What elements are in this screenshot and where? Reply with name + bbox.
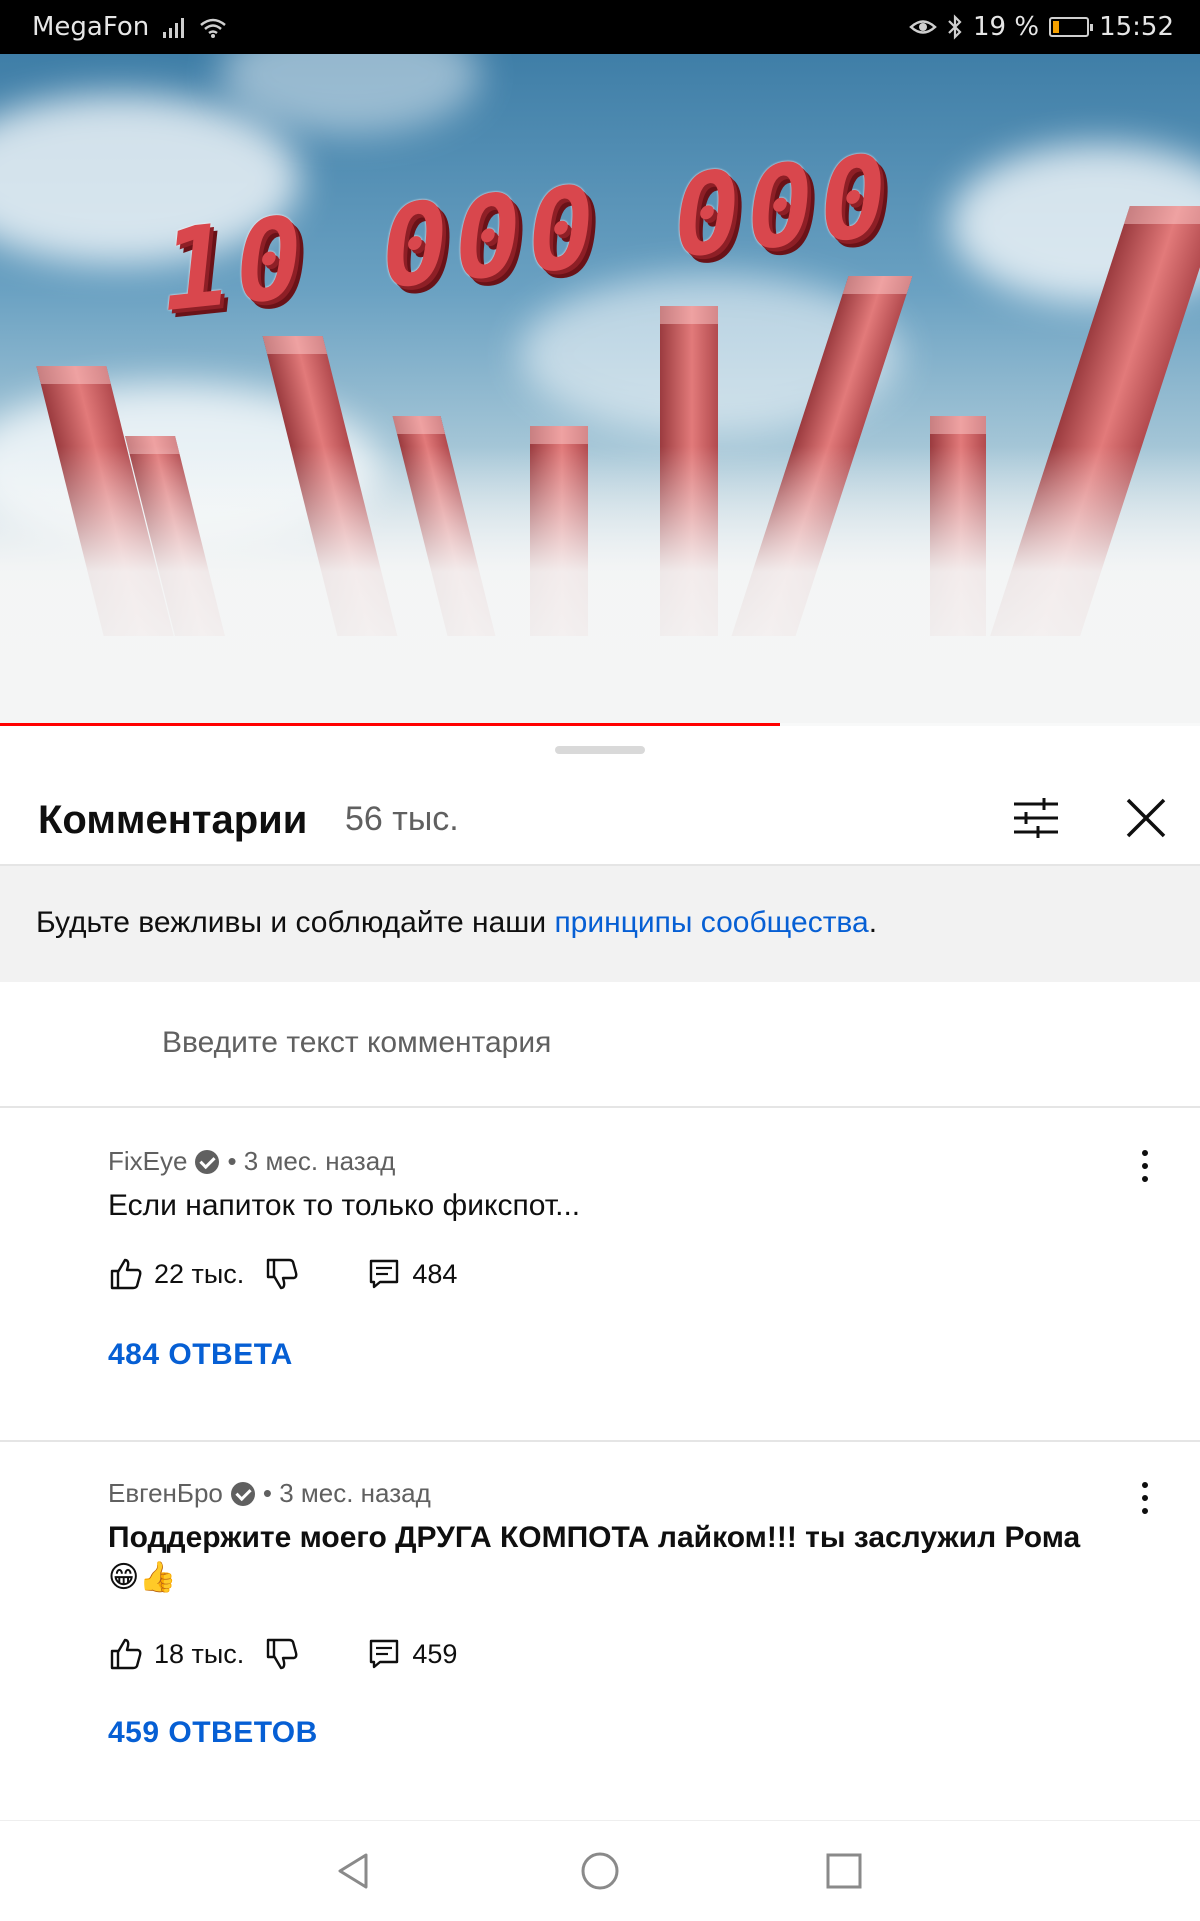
status-bar: MegaFon 19 % 15:52 [0, 0, 1200, 54]
close-icon[interactable] [1122, 794, 1170, 842]
back-icon[interactable] [332, 1849, 376, 1893]
comment-body: Поддержите моего ДРУГА КОМПОТА лайком!!!… [108, 1521, 1081, 1554]
eye-comfort-icon [909, 20, 937, 34]
input-divider [0, 1106, 1200, 1108]
signal-icon [163, 16, 185, 38]
like-count: 18 тыс. [154, 1638, 245, 1669]
more-options-icon[interactable] [1130, 1146, 1160, 1186]
view-replies-button[interactable]: 459 ОТВЕТОВ [108, 1716, 318, 1750]
clock: 15:52 [1099, 12, 1174, 42]
video-progress-bar[interactable] [0, 723, 1200, 726]
battery-percent: 19 % [973, 12, 1040, 42]
battery-icon [1049, 17, 1094, 37]
like-count: 22 тыс. [154, 1258, 245, 1289]
more-options-icon[interactable] [1130, 1478, 1160, 1518]
video-progress-fill [0, 723, 780, 726]
comment-text: Поддержите моего ДРУГА КОМПОТА лайком!!!… [108, 1518, 1108, 1598]
community-guidelines-link[interactable]: принципы сообщества [554, 906, 868, 939]
comment-time: • 3 мес. назад [227, 1146, 396, 1176]
comments-count: 56 тыс. [345, 800, 459, 838]
reply-count: 484 [412, 1258, 458, 1289]
reply-icon[interactable] [366, 1256, 402, 1292]
comment-meta: ЕвгенБро • 3 мес. назад [108, 1478, 431, 1509]
comments-panel: Комментарии 56 тыс. Будьте вежливы и соб… [0, 728, 1200, 1820]
comment-emojis: 😁👍 [108, 1561, 177, 1594]
comment-actions: 22 тыс. 484 [108, 1256, 457, 1292]
like-icon[interactable] [108, 1256, 144, 1292]
reply-icon[interactable] [366, 1636, 402, 1672]
wifi-icon [200, 18, 227, 38]
bluetooth-icon [948, 14, 962, 40]
comment-divider [0, 1440, 1200, 1442]
home-icon[interactable] [578, 1849, 622, 1893]
dislike-icon[interactable] [264, 1636, 300, 1672]
video-player[interactable]: 10 000 000 [0, 54, 1200, 726]
navigation-bar [0, 1820, 1200, 1921]
sort-filter-icon[interactable] [1012, 798, 1060, 838]
comment-author[interactable]: FixEye [108, 1146, 187, 1177]
recents-icon[interactable] [822, 1849, 866, 1893]
comment-time: • 3 мес. назад [262, 1478, 431, 1508]
comment-text: Если напиток то только фикспот... [108, 1189, 581, 1222]
guidelines-text: Будьте вежливы и соблюдайте наши принцип… [36, 906, 877, 940]
comment-item: ЕвгенБро • 3 мес. назад Поддержите моего… [0, 1478, 1200, 1818]
comment-actions: 18 тыс. 459 [108, 1636, 457, 1672]
guidelines-prefix: Будьте вежливы и соблюдайте наши [36, 906, 555, 939]
dislike-icon[interactable] [264, 1256, 300, 1292]
like-icon[interactable] [108, 1636, 144, 1672]
carrier-name: MegaFon [32, 12, 150, 42]
community-guidelines-banner: Будьте вежливы и соблюдайте наши принцип… [0, 866, 1200, 982]
comment-author[interactable]: ЕвгенБро [108, 1478, 223, 1509]
comment-meta: FixEye • 3 мес. назад [108, 1146, 395, 1177]
comments-title: Комментарии [38, 798, 308, 842]
reply-count: 459 [412, 1638, 458, 1669]
view-replies-button[interactable]: 484 ОТВЕТА [108, 1338, 293, 1372]
verified-icon [230, 1481, 255, 1506]
comment-input[interactable]: Введите текст комментария [162, 1026, 551, 1060]
comments-header: Комментарии 56 тыс. [0, 768, 1200, 864]
drag-handle[interactable] [555, 746, 645, 754]
verified-icon [195, 1149, 220, 1174]
guidelines-suffix: . [868, 906, 878, 939]
